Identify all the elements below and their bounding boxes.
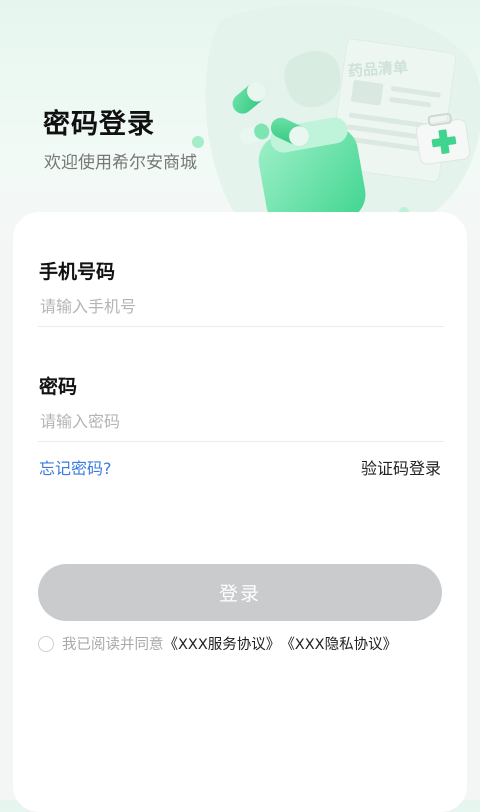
phone-input[interactable] (38, 286, 444, 327)
password-input[interactable] (38, 401, 444, 442)
login-button[interactable]: 登录 (38, 564, 442, 621)
password-label: 密码 (39, 376, 78, 398)
agreement-checkbox[interactable] (38, 635, 54, 652)
privacy-agreement-link[interactable]: 《XXX隐私协议》 (280, 633, 397, 654)
agreement-prefix: 我已阅读并同意 (62, 637, 164, 653)
hero-banner: 药品清单 密码登录 欢迎使用希尔安商城 (0, 0, 480, 240)
forgot-password-link[interactable]: 忘记密码? (39, 455, 112, 479)
service-agreement-link[interactable]: 《XXX服务协议》 (164, 633, 281, 654)
sms-login-link[interactable]: 验证码登录 (361, 455, 441, 479)
page-title: 密码登录 (43, 109, 155, 140)
agreement-row: 我已阅读并同意 《XXX服务协议》 《XXX隐私协议》 (38, 633, 397, 654)
phone-label: 手机号码 (39, 261, 116, 283)
welcome-subtitle: 欢迎使用希尔安商城 (44, 153, 197, 173)
